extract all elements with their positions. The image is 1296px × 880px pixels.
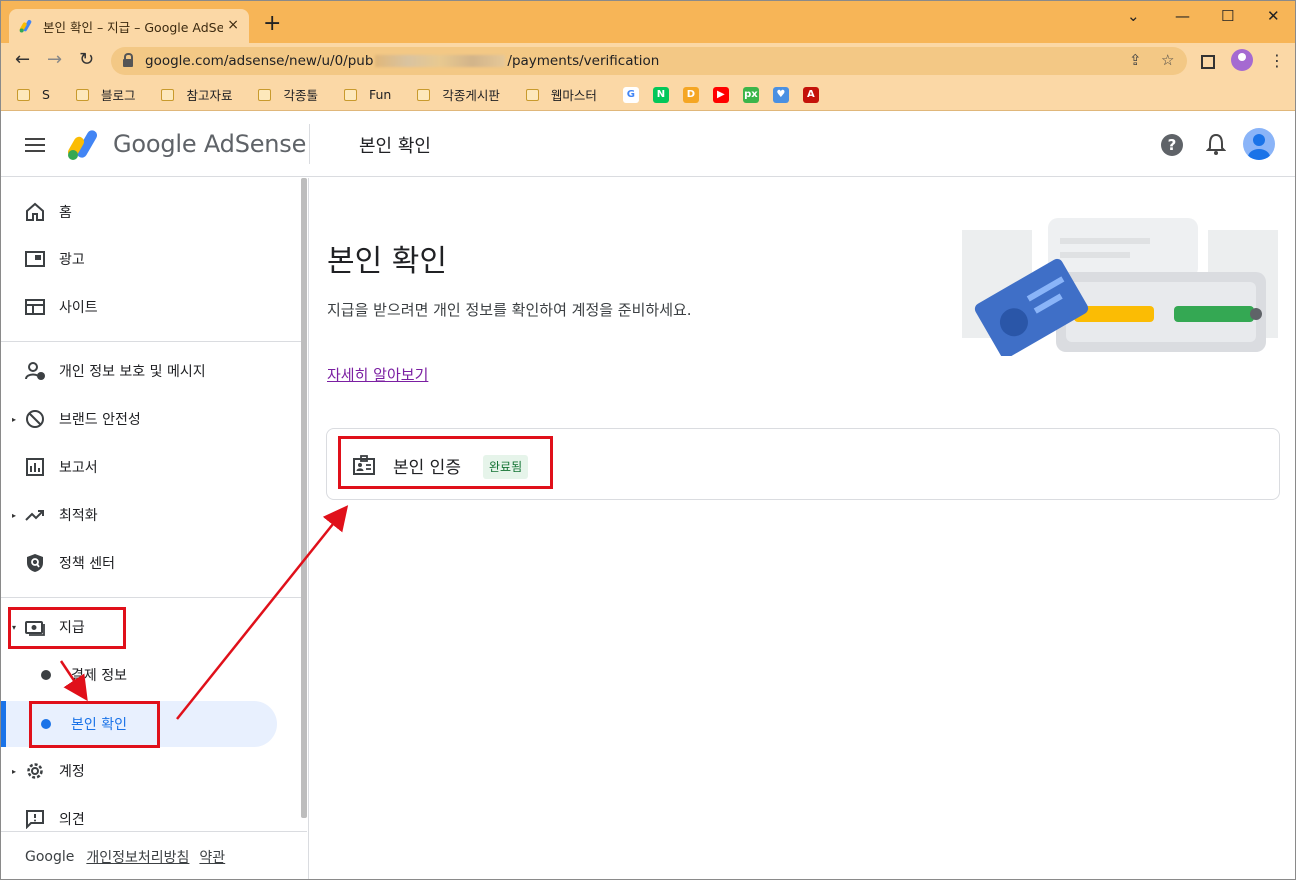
- browser-titlebar: 본인 확인 – 지급 – Google AdSense × + ⌄ — ☐ ✕: [1, 1, 1295, 43]
- sidebar-item-account[interactable]: ▸ 계정: [1, 749, 301, 793]
- folder-icon: [417, 88, 431, 101]
- youtube-icon[interactable]: ▶: [712, 86, 729, 103]
- bookmark-item[interactable]: Fun: [343, 87, 391, 102]
- notification-bell-icon[interactable]: [1205, 132, 1227, 156]
- sidebar-nav: 홈 광고 사이트 개인 정보 보호 및 메시지 ▸ 브랜드 안전성 보고서 ▸ …: [1, 178, 309, 879]
- active-indicator: [1, 701, 6, 747]
- menu-icon[interactable]: ⋮: [1269, 51, 1285, 70]
- sidebar-scrollbar[interactable]: [301, 178, 307, 818]
- sidebar-item-policy-center[interactable]: 정책 센터: [1, 541, 301, 585]
- header-page-title: 본인 확인: [359, 136, 431, 157]
- folder-icon: [525, 88, 539, 101]
- bookmark-item[interactable]: 각종툴: [258, 85, 318, 104]
- sidebar-divider: [1, 597, 301, 598]
- address-bar[interactable]: google.com/adsense/new/u/0/pub/payments/…: [111, 47, 1187, 75]
- redacted-id: [375, 55, 506, 67]
- tab-title: 본인 확인 – 지급 – Google AdSense: [43, 19, 223, 35]
- bookmarks-bar: S 블로그 참고자료 각종툴 Fun 각종게시판 웹마스터 G N D ▶ px ♥ A: [1, 79, 1295, 111]
- google-icon[interactable]: G: [622, 86, 639, 103]
- sidebar-item-sites[interactable]: 사이트: [1, 285, 301, 329]
- block-icon: [25, 409, 45, 429]
- window-close-icon[interactable]: ✕: [1267, 7, 1280, 25]
- browser-tab[interactable]: 본인 확인 – 지급 – Google AdSense ×: [9, 9, 249, 43]
- hamburger-menu-icon[interactable]: [25, 138, 45, 152]
- bookmark-item[interactable]: 웹마스터: [525, 85, 597, 104]
- naver-icon[interactable]: N: [652, 86, 669, 103]
- forward-icon[interactable]: →: [47, 50, 62, 70]
- highlight-box-card: [338, 436, 553, 489]
- profile-avatar[interactable]: [1231, 49, 1253, 71]
- tab-search-icon[interactable]: ⌄: [1127, 7, 1140, 25]
- pixlr-icon[interactable]: px: [742, 86, 759, 103]
- sidebar-item-ads[interactable]: 광고: [1, 237, 301, 281]
- logo-text: Google AdSense: [113, 130, 307, 158]
- expand-caret-icon[interactable]: ▸: [12, 767, 16, 776]
- pdf-icon[interactable]: A: [802, 86, 819, 103]
- sidebar-divider: [1, 341, 301, 342]
- side-panel-icon[interactable]: [1201, 55, 1215, 69]
- help-icon[interactable]: ?: [1161, 134, 1183, 156]
- shield-icon: [25, 553, 45, 573]
- gear-icon: [25, 761, 45, 781]
- heart-icon[interactable]: ♥: [772, 86, 789, 103]
- new-tab-button[interactable]: +: [263, 13, 281, 35]
- expand-caret-icon[interactable]: ▸: [12, 415, 16, 424]
- header-divider: [309, 124, 310, 164]
- bookmark-item[interactable]: 블로그: [75, 85, 135, 104]
- folder-icon: [258, 88, 272, 101]
- ads-icon: [25, 249, 45, 269]
- folder-icon: [17, 88, 30, 101]
- bullet-icon: [41, 670, 51, 680]
- bookmark-item[interactable]: 각종게시판: [417, 85, 500, 104]
- folder-icon: [161, 88, 175, 101]
- minimize-icon[interactable]: —: [1175, 7, 1190, 25]
- url-text: google.com/adsense/new/u/0/pub/payments/…: [145, 53, 660, 69]
- maximize-icon[interactable]: ☐: [1221, 7, 1234, 25]
- share-icon[interactable]: ⇪: [1129, 51, 1142, 69]
- adsense-logo-icon: [67, 130, 103, 160]
- sidebar-item-brand-safety[interactable]: ▸ 브랜드 안전성: [1, 397, 301, 441]
- sidebar-item-reports[interactable]: 보고서: [1, 445, 301, 489]
- trending-icon: [25, 505, 45, 525]
- wallet-illustration: [960, 216, 1280, 359]
- folder-icon: [343, 88, 357, 101]
- reload-icon[interactable]: ↻: [79, 50, 94, 70]
- browser-toolbar: ← → ↻ google.com/adsense/new/u/0/pub/pay…: [1, 43, 1295, 79]
- bookmark-item[interactable]: S: [17, 87, 50, 102]
- highlight-box-payments: [8, 607, 126, 649]
- sidebar-item-home[interactable]: 홈: [1, 190, 301, 234]
- privacy-icon: [25, 361, 45, 381]
- expand-caret-icon[interactable]: ▸: [12, 511, 16, 520]
- highlight-box-verification: [29, 701, 160, 748]
- tab-close-icon[interactable]: ×: [227, 17, 239, 33]
- home-icon: [25, 202, 45, 222]
- sidebar-subitem-payment-info[interactable]: 결제 정보: [1, 652, 277, 698]
- sidebar-item-optimization[interactable]: ▸ 최적화: [1, 493, 301, 537]
- feedback-icon: [25, 809, 45, 830]
- page-description: 지급을 받으려면 개인 정보를 확인하여 계정을 준비하세요.: [327, 301, 692, 319]
- star-icon[interactable]: ☆: [1161, 51, 1174, 69]
- adsense-favicon: [19, 18, 35, 34]
- sidebar-footer: Google 개인정보처리방침 약관: [1, 831, 307, 879]
- back-icon[interactable]: ←: [15, 50, 30, 70]
- terms-link[interactable]: 약관: [199, 847, 225, 867]
- privacy-policy-link[interactable]: 개인정보처리방침: [86, 847, 189, 867]
- main-content: 본인 확인 지급을 받으려면 개인 정보를 확인하여 계정을 준비하세요. 자세…: [310, 178, 1295, 879]
- screen: 본인 확인 – 지급 – Google AdSense × + ⌄ — ☐ ✕ …: [0, 0, 1296, 880]
- folder-icon: [75, 88, 89, 101]
- account-avatar[interactable]: [1243, 128, 1275, 160]
- app-header: Google AdSense 본인 확인 ?: [1, 112, 1295, 177]
- footer-google: Google: [25, 848, 75, 865]
- page-title: 본인 확인: [327, 244, 447, 279]
- learn-more-link[interactable]: 자세히 알아보기: [327, 364, 428, 385]
- bookmark-item[interactable]: 참고자료: [161, 85, 232, 104]
- sites-icon: [25, 297, 45, 317]
- reports-icon: [25, 457, 45, 477]
- lock-icon: [123, 53, 133, 67]
- sidebar-item-privacy[interactable]: 개인 정보 보호 및 메시지: [1, 349, 301, 393]
- daum-icon[interactable]: D: [682, 86, 699, 103]
